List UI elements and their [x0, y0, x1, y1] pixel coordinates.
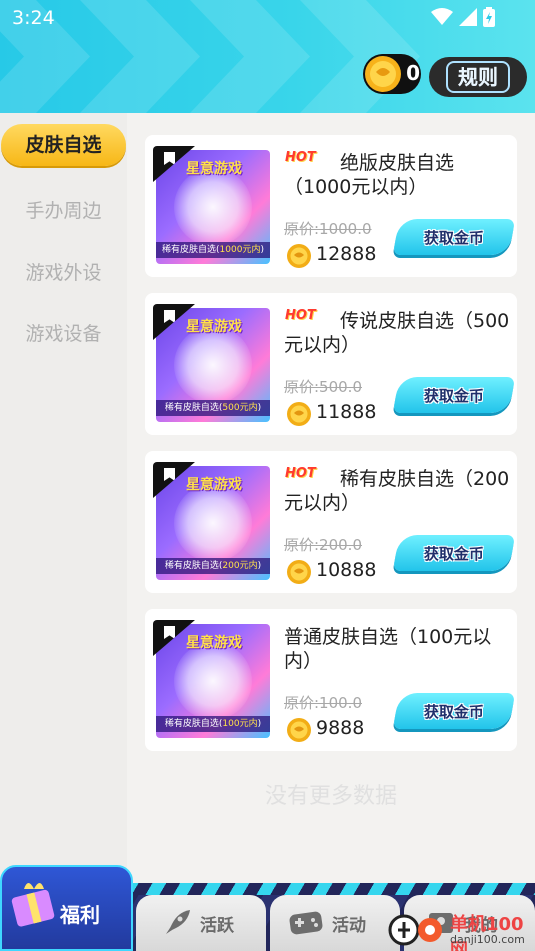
header-chevron-decoration — [190, 0, 310, 113]
coin-price: 11888 — [316, 401, 377, 423]
thumbnail-logo: 星意游戏 — [186, 319, 242, 335]
get-coins-button-label: 获取金币 — [423, 702, 484, 721]
product-card[interactable]: 星意游戏 稀有皮肤自选(200元内) HOT 稀有皮肤自选（200元以内） 原价… — [145, 451, 517, 593]
product-thumbnail: 星意游戏 稀有皮肤自选(500元内) — [156, 308, 270, 422]
status-icons — [431, 7, 495, 27]
product-thumbnail: 星意游戏 稀有皮肤自选(100元内) — [156, 624, 270, 738]
tab-welfare-label: 福利 — [60, 903, 100, 927]
thumbnail-caption: 稀有皮肤自选(500元内) — [156, 400, 270, 416]
bookmark-icon — [164, 468, 175, 481]
product-card[interactable]: 星意游戏 稀有皮肤自选(1000元内) HOT 绝版皮肤自选（1000元以内） … — [145, 135, 517, 277]
bookmark-icon — [164, 626, 175, 639]
signal-icon — [459, 8, 477, 26]
rules-button-label: 规则 — [446, 61, 510, 93]
header: 3:24 0 规则 — [0, 0, 535, 113]
product-title: 稀有皮肤自选（200元以内） — [284, 468, 510, 514]
bookmark-icon — [164, 152, 175, 165]
coin-price: 9888 — [316, 717, 365, 739]
original-price: 原价:100.0 — [284, 694, 362, 712]
list-end-message: 没有更多数据 — [264, 784, 397, 809]
thumbnail-logo: 星意游戏 — [186, 635, 242, 651]
sidebar-item-devices[interactable]: 游戏设备 — [0, 319, 127, 346]
coin-icon — [365, 56, 401, 92]
wifi-icon — [431, 8, 453, 25]
product-title: 普通皮肤自选（100元以内） — [284, 626, 492, 672]
tab-events[interactable]: 活动 — [270, 895, 400, 951]
get-coins-button[interactable]: 获取金币 — [392, 535, 516, 571]
thumbnail-logo: 星意游戏 — [186, 161, 242, 177]
watermark-url: danji100.com — [450, 933, 525, 946]
sidebar-item-figures[interactable]: 手办周边 — [0, 196, 127, 223]
product-thumbnail: 星意游戏 稀有皮肤自选(1000元内) — [156, 150, 270, 264]
sidebar-item-peripherals[interactable]: 游戏外设 — [0, 258, 127, 285]
product-thumbnail: 星意游戏 稀有皮肤自选(200元内) — [156, 466, 270, 580]
coin-icon — [287, 402, 311, 426]
get-coins-button-label: 获取金币 — [423, 228, 484, 247]
status-time: 3:24 — [12, 7, 55, 29]
gift-icon — [11, 883, 55, 927]
product-card[interactable]: 星意游戏 稀有皮肤自选(500元内) HOT 传说皮肤自选（500元以内） 原价… — [145, 293, 517, 435]
tab-active[interactable]: 活跃 — [136, 895, 266, 951]
product-title: 绝版皮肤自选（1000元以内） — [284, 152, 455, 198]
product-list: 星意游戏 稀有皮肤自选(1000元内) HOT 绝版皮肤自选（1000元以内） … — [145, 135, 517, 767]
sidebar-item-skin-select[interactable]: 皮肤自选 — [1, 124, 126, 166]
character-silhouette — [174, 642, 252, 720]
get-coins-button[interactable]: 获取金币 — [392, 693, 516, 729]
get-coins-button-label: 获取金币 — [423, 386, 484, 405]
product-card[interactable]: 星意游戏 稀有皮肤自选(100元内) 普通皮肤自选（100元以内） 原价:100… — [145, 609, 517, 751]
coin-price: 12888 — [316, 243, 377, 265]
get-coins-button[interactable]: 获取金币 — [392, 219, 516, 255]
original-price: 原价:1000.0 — [284, 220, 372, 238]
watermark-logo-icon — [388, 914, 442, 946]
coin-icon — [287, 560, 311, 584]
tab-active-label: 活跃 — [200, 915, 234, 936]
thumbnail-caption: 稀有皮肤自选(200元内) — [156, 558, 270, 574]
header-chevron-decoration — [80, 0, 200, 113]
tab-welfare[interactable]: 福利 — [0, 865, 133, 951]
bookmark-icon — [164, 310, 175, 323]
gamepad-icon — [289, 911, 323, 935]
thumbnail-caption: 稀有皮肤自选(100元内) — [156, 716, 270, 732]
rules-button[interactable]: 规则 — [429, 57, 527, 97]
battery-icon — [483, 7, 495, 27]
get-coins-button[interactable]: 获取金币 — [392, 377, 516, 413]
original-price: 原价:500.0 — [284, 378, 362, 396]
coin-price: 10888 — [316, 559, 377, 581]
rocket-icon — [166, 910, 190, 934]
watermark: 单机100网 danji100.com — [388, 908, 535, 951]
category-sidebar: 皮肤自选 手办周边 游戏外设 游戏设备 — [0, 113, 127, 883]
product-title: 传说皮肤自选（500元以内） — [284, 310, 510, 356]
character-silhouette — [174, 326, 252, 404]
coin-balance-value: 0 — [406, 61, 420, 85]
coin-icon — [287, 244, 311, 268]
character-silhouette — [174, 484, 252, 562]
coin-icon — [287, 718, 311, 742]
character-silhouette — [174, 168, 252, 246]
get-coins-button-label: 获取金币 — [423, 544, 484, 563]
original-price: 原价:200.0 — [284, 536, 362, 554]
thumbnail-caption: 稀有皮肤自选(1000元内) — [156, 242, 270, 258]
coin-balance: 0 — [363, 54, 421, 94]
thumbnail-logo: 星意游戏 — [186, 477, 242, 493]
tab-events-label: 活动 — [332, 915, 366, 936]
